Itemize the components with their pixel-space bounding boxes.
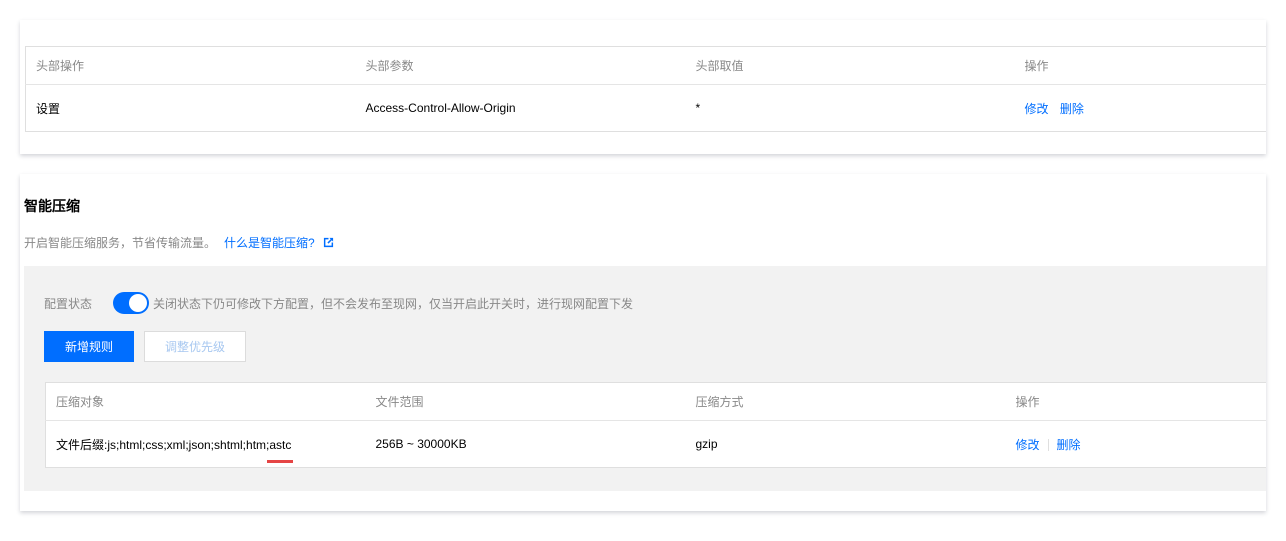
header-rules-table: 头部操作 头部参数 头部取值 操作 设置 Access-Control-Allo…: [25, 46, 1266, 132]
col-header-operations: 操作: [1005, 382, 1266, 421]
status-label: 配置状态: [44, 296, 93, 311]
section-description: 开启智能压缩服务，节省传输流量。: [24, 236, 217, 250]
add-rule-button[interactable]: 新增规则: [44, 331, 134, 362]
cell-range: 256B ~ 30000KB: [375, 437, 467, 451]
table-row: 文件后缀:js;html;css;xml;json;shtml;htm;astc…: [46, 421, 1267, 468]
compression-rules-table: 压缩对象 文件范围 压缩方式 操作 文件后缀:js;html;css;xml;j…: [45, 382, 1266, 468]
smart-compression-card: 智能压缩 开启智能压缩服务，节省传输流量。 什么是智能压缩? 配置状态 关闭状态…: [20, 174, 1266, 511]
cell-value: *: [695, 101, 701, 115]
col-header-target: 压缩对象: [45, 382, 366, 421]
table-row: 设置 Access-Control-Allow-Origin * 修改 删除: [26, 85, 1267, 132]
section-title: 智能压缩: [24, 198, 80, 214]
col-header-method: 压缩方式: [685, 382, 1006, 421]
highlight-underline: [267, 460, 293, 463]
header-config-card: 头部操作 头部参数 头部取值 操作 设置 Access-Control-Allo…: [20, 20, 1266, 154]
delete-link[interactable]: 删除: [1060, 102, 1084, 116]
edit-link[interactable]: 修改: [1025, 102, 1049, 116]
col-header-operations: 操作: [1014, 46, 1266, 85]
toggle-knob: [129, 294, 148, 312]
table-header-row: 压缩对象 文件范围 压缩方式 操作: [45, 382, 1266, 421]
table-header-row: 头部操作 头部参数 头部取值 操作: [25, 46, 1266, 85]
col-header-param: 头部参数: [355, 46, 686, 85]
cell-operations: 修改 删除: [1006, 421, 1267, 468]
delete-link[interactable]: 删除: [1057, 438, 1081, 452]
cell-target: 文件后缀:js;html;css;xml;json;shtml;htm;astc: [56, 437, 292, 452]
cell-operations: 修改 删除: [1015, 85, 1267, 132]
col-header-range: 文件范围: [365, 382, 686, 421]
edit-link[interactable]: 修改: [1016, 438, 1040, 452]
status-toggle[interactable]: [113, 292, 150, 314]
divider: [1047, 439, 1049, 452]
cell-method: gzip: [695, 437, 718, 451]
col-header-value: 头部取值: [685, 46, 1015, 85]
status-hint: 关闭状态下仍可修改下方配置，但不会发布至现网，仅当开启此开关时，进行现网配置下发: [153, 296, 634, 311]
cell-action: 设置: [36, 101, 61, 116]
external-link-icon[interactable]: [323, 237, 334, 248]
cell-param: Access-Control-Allow-Origin: [365, 101, 516, 115]
section-description-row: 开启智能压缩服务，节省传输流量。 什么是智能压缩?: [24, 234, 334, 251]
status-row: 配置状态 关闭状态下仍可修改下方配置，但不会发布至现网，仅当开启此开关时，进行现…: [44, 292, 633, 314]
adjust-priority-button[interactable]: 调整优先级: [144, 331, 246, 362]
help-link[interactable]: 什么是智能压缩?: [224, 234, 315, 251]
col-header-action: 头部操作: [25, 46, 356, 85]
